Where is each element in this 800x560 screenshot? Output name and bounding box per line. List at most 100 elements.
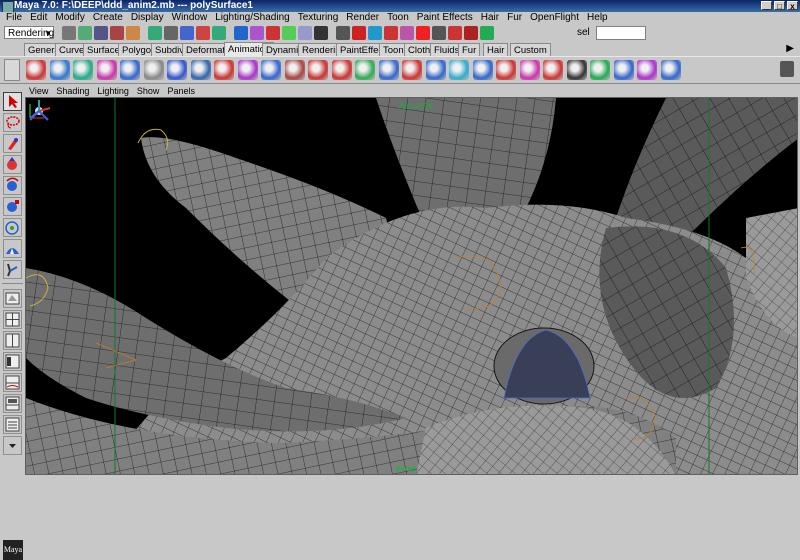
panel-menu-lighting[interactable]: Lighting [93, 86, 133, 97]
shelf-options-icon[interactable]: ▶ [786, 43, 794, 54]
constraint-aim-icon[interactable] [637, 60, 657, 80]
construct-icon[interactable] [480, 26, 494, 40]
ipr-icon[interactable] [282, 26, 296, 40]
joint-tool-icon[interactable] [190, 60, 211, 80]
soft-modification-tool-icon[interactable] [3, 239, 22, 258]
perspective-viewport[interactable]: 720 x 576 persp [25, 97, 798, 475]
panel-menu-panels[interactable]: Panels [163, 86, 199, 97]
curve-icon[interactable] [384, 26, 398, 40]
constraint-point-icon[interactable] [613, 60, 634, 80]
selection-input[interactable] [596, 26, 646, 40]
move-tool-icon[interactable] [3, 155, 22, 174]
four-view-layout-icon[interactable] [3, 310, 22, 329]
menu-toon[interactable]: Toon [383, 12, 413, 24]
lasso-tool-icon[interactable] [3, 113, 22, 132]
menu-display[interactable]: Display [127, 12, 168, 24]
nonlinear-bend-icon[interactable] [355, 60, 375, 80]
menu-paint-effects[interactable]: Paint Effects [413, 12, 477, 24]
paint-select-tool-icon[interactable] [3, 134, 22, 153]
snap-point-icon[interactable] [196, 26, 210, 40]
snap-curve-icon[interactable] [180, 26, 194, 40]
dynamics-icon[interactable] [432, 26, 446, 40]
misc-icon[interactable] [464, 26, 478, 40]
panel-menu-show[interactable]: Show [133, 86, 164, 97]
cluster-icon[interactable] [237, 60, 258, 80]
surface-icon[interactable] [400, 26, 414, 40]
tab-hair[interactable]: Hair [483, 43, 509, 56]
menu-edit[interactable]: Edit [26, 12, 51, 24]
render-globals-icon[interactable] [298, 26, 312, 40]
select-tool-icon[interactable] [3, 92, 22, 111]
wire-icon[interactable] [308, 60, 328, 80]
menu-render[interactable]: Render [342, 12, 383, 24]
manipulator-tool-icon[interactable] [3, 218, 22, 237]
script-editor-layout-icon[interactable] [3, 415, 22, 434]
motion-path-icon[interactable] [519, 60, 540, 80]
panel-menu-view[interactable]: View [25, 86, 52, 97]
snap-plane-icon[interactable] [212, 26, 226, 40]
nonlinear-sine-icon[interactable] [402, 60, 422, 80]
menu-fur[interactable]: Fur [503, 12, 526, 24]
skin-bind-icon[interactable] [214, 60, 234, 80]
save-scene-icon[interactable] [94, 26, 108, 40]
rendering-icon[interactable] [448, 26, 462, 40]
set-key-icon[interactable] [26, 60, 46, 80]
menu-create[interactable]: Create [89, 12, 127, 24]
menu-hair[interactable]: Hair [477, 12, 503, 24]
select-hierarchy-icon[interactable] [110, 26, 124, 40]
hypershade-layout-icon[interactable] [3, 394, 22, 413]
wrinkle-icon[interactable] [331, 60, 352, 80]
nonlinear-wave-icon[interactable] [472, 60, 493, 80]
scale-tool-icon[interactable] [3, 197, 22, 216]
trash-icon[interactable] [780, 61, 794, 77]
input-ops-icon[interactable] [250, 26, 264, 40]
render-icon[interactable] [266, 26, 280, 40]
select-component-icon[interactable] [148, 26, 162, 40]
single-perspective-layout-icon[interactable] [3, 289, 22, 308]
panel-menu-shading[interactable]: Shading [52, 86, 93, 97]
persp-graph-layout-icon[interactable] [3, 373, 22, 392]
joint-icon[interactable] [368, 26, 382, 40]
handle-icon[interactable] [352, 26, 366, 40]
menu-set-dropdown[interactable]: Rendering ▼ [4, 26, 54, 39]
dope-sheet-icon[interactable] [120, 60, 140, 80]
close-button[interactable]: x [787, 1, 798, 11]
auto-key-icon[interactable] [73, 60, 93, 80]
rotate-tool-icon[interactable] [3, 176, 22, 195]
menu-texturing[interactable]: Texturing [294, 12, 343, 24]
pick-mask-icon[interactable] [336, 26, 350, 40]
shelf-menu-button[interactable] [4, 59, 20, 81]
tab-custom[interactable]: Custom [510, 43, 551, 56]
layout-options-icon[interactable] [3, 436, 22, 455]
blendshape-icon[interactable] [496, 60, 516, 80]
snap-grid-icon[interactable] [164, 26, 178, 40]
menu-help[interactable]: Help [583, 12, 612, 24]
graph-editor-icon[interactable] [96, 60, 117, 80]
trax-editor-icon[interactable] [143, 60, 164, 80]
playblast-icon[interactable] [543, 60, 563, 80]
nonlinear-squash-icon[interactable] [425, 60, 446, 80]
constraint-orient-icon[interactable] [660, 60, 681, 80]
history-icon[interactable] [234, 26, 248, 40]
open-scene-icon[interactable] [78, 26, 92, 40]
deform-icon[interactable] [416, 26, 430, 40]
menu-window[interactable]: Window [168, 12, 212, 24]
sculpt-icon[interactable] [284, 60, 305, 80]
select-joint-icon[interactable] [590, 60, 610, 80]
menu-modify[interactable]: Modify [51, 12, 88, 24]
menu-file[interactable]: File [2, 12, 26, 24]
persp-outliner-layout-icon[interactable] [3, 352, 22, 371]
new-scene-icon[interactable] [62, 26, 76, 40]
nonlinear-flare-icon[interactable] [378, 60, 399, 80]
dope-keys-icon[interactable] [566, 60, 587, 80]
ik-handle-icon[interactable] [167, 60, 187, 80]
two-view-layout-icon[interactable] [3, 331, 22, 350]
minimize-button[interactable]: _ [761, 1, 772, 11]
menu-lighting-shading[interactable]: Lighting/Shading [211, 12, 294, 24]
lattice-icon[interactable] [261, 60, 281, 80]
tab-fur[interactable]: Fur [458, 43, 481, 56]
lock-icon[interactable] [314, 26, 328, 40]
nonlinear-twist-icon[interactable] [449, 60, 469, 80]
set-breakdown-icon[interactable] [49, 60, 70, 80]
show-manipulator-tool-icon[interactable] [3, 260, 22, 279]
